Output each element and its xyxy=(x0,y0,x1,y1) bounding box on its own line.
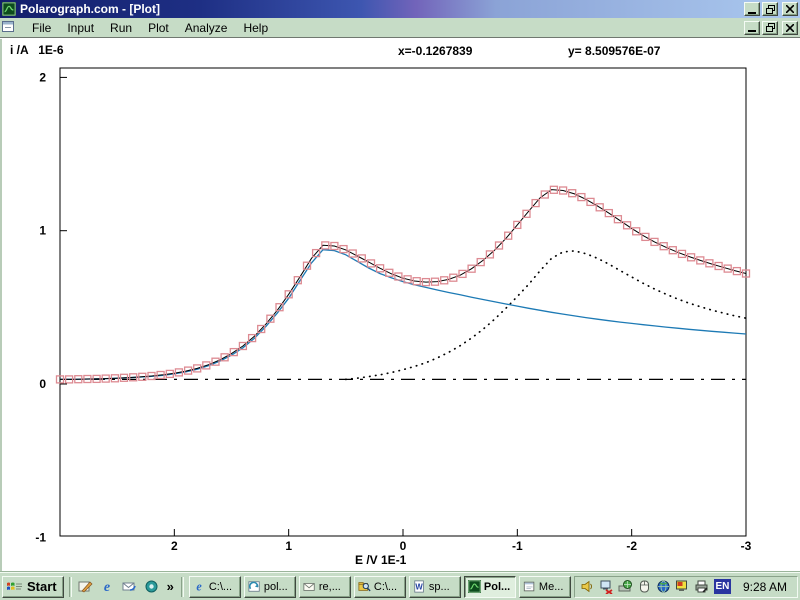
plot-canvas[interactable]: 2 1 0 -1 -2 -3 E /V 1E-1 2 1 0 -1 xyxy=(2,39,800,572)
outlook-express-icon[interactable] xyxy=(121,578,139,596)
task-label: Me... xyxy=(539,581,563,593)
menu-item-help[interactable]: Help xyxy=(235,19,276,37)
y-tick-label: -1 xyxy=(35,530,46,544)
menu-item-input[interactable]: Input xyxy=(59,19,102,37)
series-component-peak-1 xyxy=(60,250,746,380)
child-window-icon[interactable] xyxy=(2,21,16,34)
series-component-peak-2 xyxy=(346,251,746,380)
child-restore-button[interactable] xyxy=(762,21,778,35)
minimize-button[interactable] xyxy=(744,2,760,16)
taskbar-task-find[interactable]: C:\... xyxy=(354,576,406,598)
taskbar: Start e » e C:\... pol... xyxy=(0,572,800,600)
media-player-icon[interactable] xyxy=(143,578,161,596)
x-tick-label: 0 xyxy=(400,539,407,553)
taskbar-separator-2 xyxy=(181,577,184,597)
start-button[interactable]: Start xyxy=(2,576,64,598)
title-bar: Polarograph.com - [Plot] xyxy=(0,0,800,18)
quick-launch-overflow-chevron[interactable]: » xyxy=(165,579,176,594)
taskbar-task-ie[interactable]: e C:\... xyxy=(189,576,241,598)
x-tick-label: 1 xyxy=(285,539,292,553)
task-label: Pol... xyxy=(484,581,510,593)
taskbar-clock[interactable]: 9:28 AM xyxy=(735,580,791,594)
menu-item-run[interactable]: Run xyxy=(102,19,140,37)
menu-item-plot[interactable]: Plot xyxy=(140,19,177,37)
x-tick-label: -1 xyxy=(512,539,523,553)
mail-envelope-icon xyxy=(303,580,316,593)
removable-hardware-icon[interactable] xyxy=(617,578,634,595)
menu-items: File Input Run Plot Analyze Help xyxy=(24,19,744,37)
internet-explorer-icon: e xyxy=(193,580,206,593)
y-tick-label: 2 xyxy=(39,70,46,84)
word-document-icon: W xyxy=(413,580,426,593)
taskbar-task-pol[interactable]: pol... xyxy=(244,576,296,598)
task-label: re,... xyxy=(319,581,341,593)
y-tick-label: 0 xyxy=(39,377,46,391)
x-tick-label: -2 xyxy=(626,539,637,553)
menu-bar: File Input Run Plot Analyze Help xyxy=(0,18,800,38)
svg-text:e: e xyxy=(196,580,202,593)
volume-icon[interactable] xyxy=(579,578,596,595)
child-window-controls xyxy=(744,21,798,35)
taskbar-task-me[interactable]: Me... xyxy=(519,576,571,598)
restore-button[interactable] xyxy=(762,2,778,16)
screen: Polarograph.com - [Plot] File Input Run … xyxy=(0,0,800,600)
taskbar-task-word[interactable]: W sp... xyxy=(409,576,461,598)
close-button[interactable] xyxy=(782,2,798,16)
app-icon[interactable] xyxy=(2,2,16,16)
display-settings-icon[interactable] xyxy=(674,578,691,595)
minimize-icon xyxy=(748,12,756,14)
internet-explorer-icon[interactable]: e xyxy=(99,578,117,596)
taskbar-separator xyxy=(69,577,72,597)
restore-icon xyxy=(766,5,775,14)
network-disconnected-icon[interactable] xyxy=(598,578,615,595)
child-minimize-icon xyxy=(748,30,756,32)
globe-icon[interactable] xyxy=(655,578,672,595)
task-label: C:\... xyxy=(374,581,397,593)
window-title: Polarograph.com - [Plot] xyxy=(20,2,744,16)
window-controls xyxy=(744,2,798,16)
svg-text:W: W xyxy=(415,583,423,592)
search-folder-icon xyxy=(358,580,371,593)
app-window-swirl-icon xyxy=(248,580,261,593)
y-tick-label: 1 xyxy=(39,224,46,238)
quick-launch: e » xyxy=(77,578,176,596)
menu-item-analyze[interactable]: Analyze xyxy=(177,19,236,37)
x-tick-label: -3 xyxy=(741,539,752,553)
start-label: Start xyxy=(27,579,57,594)
windows-logo-icon xyxy=(6,579,24,595)
window-icon xyxy=(523,580,536,593)
taskbar-task-polarograph[interactable]: Pol... xyxy=(464,576,516,598)
axis-box xyxy=(60,68,746,536)
child-restore-icon xyxy=(766,23,775,32)
series-total-markers xyxy=(57,186,750,383)
task-label: C:\... xyxy=(209,581,232,593)
show-desktop-icon[interactable] xyxy=(77,578,95,596)
child-close-button[interactable] xyxy=(782,21,798,35)
close-icon xyxy=(786,5,794,13)
printer-icon[interactable] xyxy=(693,578,710,595)
x-axis-label: E /V 1E-1 xyxy=(355,553,407,567)
mouse-icon[interactable] xyxy=(636,578,653,595)
child-minimize-button[interactable] xyxy=(744,21,760,35)
x-tick-label: 2 xyxy=(171,539,178,553)
series-total-line xyxy=(60,190,746,380)
task-label: pol... xyxy=(264,581,288,593)
svg-text:e: e xyxy=(104,580,110,594)
taskbar-task-mail[interactable]: re,... xyxy=(299,576,351,598)
language-indicator[interactable]: EN xyxy=(714,579,731,594)
plot-client-area: i /A 1E-6 x=-0.1267839 y= 8.509576E-07 2… xyxy=(0,39,800,572)
menu-item-file[interactable]: File xyxy=(24,19,59,37)
task-label: sp... xyxy=(429,581,450,593)
polarograph-icon xyxy=(468,580,481,593)
child-close-icon xyxy=(786,24,794,32)
system-tray: EN 9:28 AM xyxy=(574,576,798,598)
